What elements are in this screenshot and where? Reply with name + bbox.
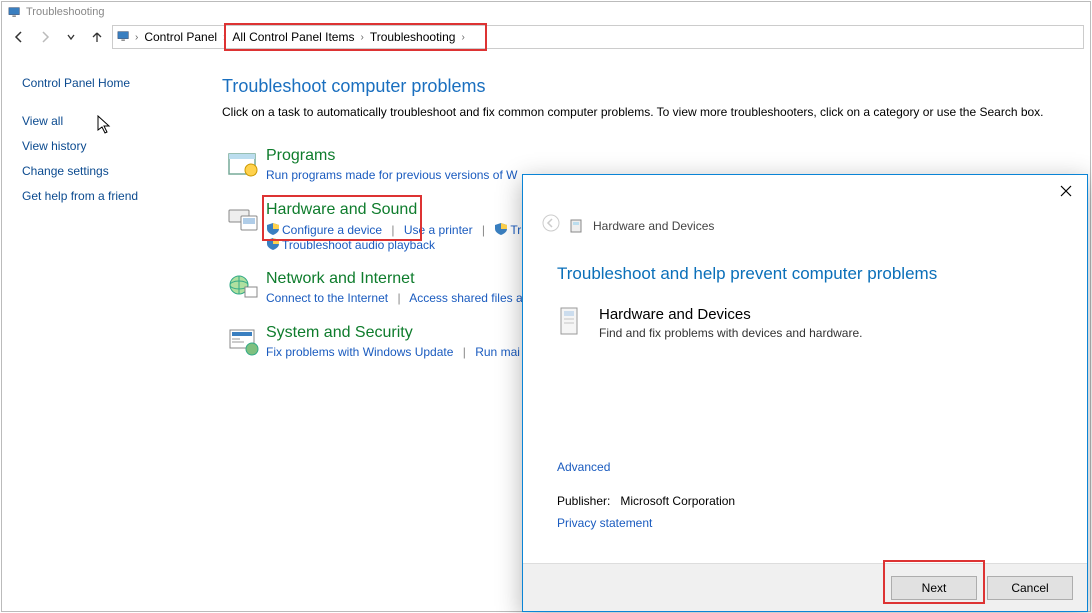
dialog-header: Hardware and Devices [523,207,1087,240]
sidebar-link-view-all[interactable]: View all [22,114,222,128]
link-tr-truncated[interactable]: Tr [510,223,521,237]
publisher-row: Publisher: Microsoft Corporation [557,494,1053,508]
link-run-programs-prev[interactable]: Run programs made for previous versions … [266,168,517,182]
nav-recent-dropdown[interactable] [60,26,82,48]
privacy-statement-link[interactable]: Privacy statement [557,516,652,530]
chevron-right-icon[interactable]: › [461,32,484,43]
sidebar-link-change-settings[interactable]: Change settings [22,164,222,178]
dialog-heading: Troubleshoot and help prevent computer p… [557,264,1053,284]
breadcrumb-all-items[interactable]: All Control Panel Items [226,30,360,44]
publisher-label: Publisher: [557,494,610,508]
page-intro: Click on a task to automatically trouble… [222,105,1070,119]
breadcrumb-control-panel[interactable]: Control Panel [138,30,223,44]
network-icon [222,270,266,306]
dialog-titlebar [523,175,1087,207]
category-programs-title[interactable]: Programs [266,147,335,165]
nav-up-button[interactable] [86,26,108,48]
highlight-box [883,560,985,604]
sidebar-home-link[interactable]: Control Panel Home [22,76,222,90]
app-icon [8,6,22,18]
breadcrumb-icon [117,30,131,45]
breadcrumb-troubleshooting[interactable]: Troubleshooting [364,30,462,44]
separator: | [463,345,466,359]
troubleshooter-item[interactable]: Hardware and Devices Find and fix proble… [557,306,1053,340]
advanced-link[interactable]: Advanced [557,460,610,474]
sidebar-link-get-help[interactable]: Get help from a friend [22,189,222,203]
troubleshooter-item-title: Hardware and Devices [599,306,862,323]
link-run-mai-truncated[interactable]: Run mai [475,345,520,359]
link-fix-windows-update[interactable]: Fix problems with Windows Update [266,345,453,359]
hardware-icon [222,201,266,237]
link-access-shared[interactable]: Access shared files a [409,291,522,305]
dialog-breadcrumb: Hardware and Devices [593,219,714,233]
hardware-devices-large-icon [557,306,585,338]
cancel-button[interactable]: Cancel [987,576,1073,600]
link-connect-internet[interactable]: Connect to the Internet [266,291,388,305]
separator: | [482,223,485,237]
publisher-value: Microsoft Corporation [620,494,735,508]
window-title: Troubleshooting [26,6,104,18]
programs-icon [222,147,266,183]
troubleshooter-dialog: Hardware and Devices Troubleshoot and he… [522,174,1088,612]
breadcrumb-highlight: All Control Panel Items › Troubleshootin… [224,23,486,51]
troubleshooter-item-desc: Find and fix problems with devices and h… [599,326,862,340]
dialog-back-button[interactable] [541,213,561,238]
dialog-footer: Next Cancel [523,563,1087,611]
titlebar: Troubleshooting [2,2,1090,22]
breadcrumb-bar[interactable]: › Control Panel › All Control Panel Item… [112,25,1084,49]
page-title: Troubleshoot computer problems [222,76,1070,97]
nav-forward-button[interactable] [34,26,56,48]
highlight-box [262,195,422,241]
category-network-title[interactable]: Network and Internet [266,270,415,288]
sidebar: Control Panel Home View all View history… [22,76,222,378]
sidebar-link-view-history[interactable]: View history [22,139,222,153]
dialog-close-button[interactable] [1045,177,1087,205]
system-icon [222,324,266,360]
shield-icon [494,222,508,236]
nav-bar: › Control Panel › All Control Panel Item… [2,22,1090,52]
dialog-content: Troubleshoot and help prevent computer p… [523,240,1087,563]
nav-back-button[interactable] [8,26,30,48]
separator: | [397,291,400,305]
hardware-devices-icon [569,218,585,234]
category-system-title[interactable]: System and Security [266,324,413,342]
